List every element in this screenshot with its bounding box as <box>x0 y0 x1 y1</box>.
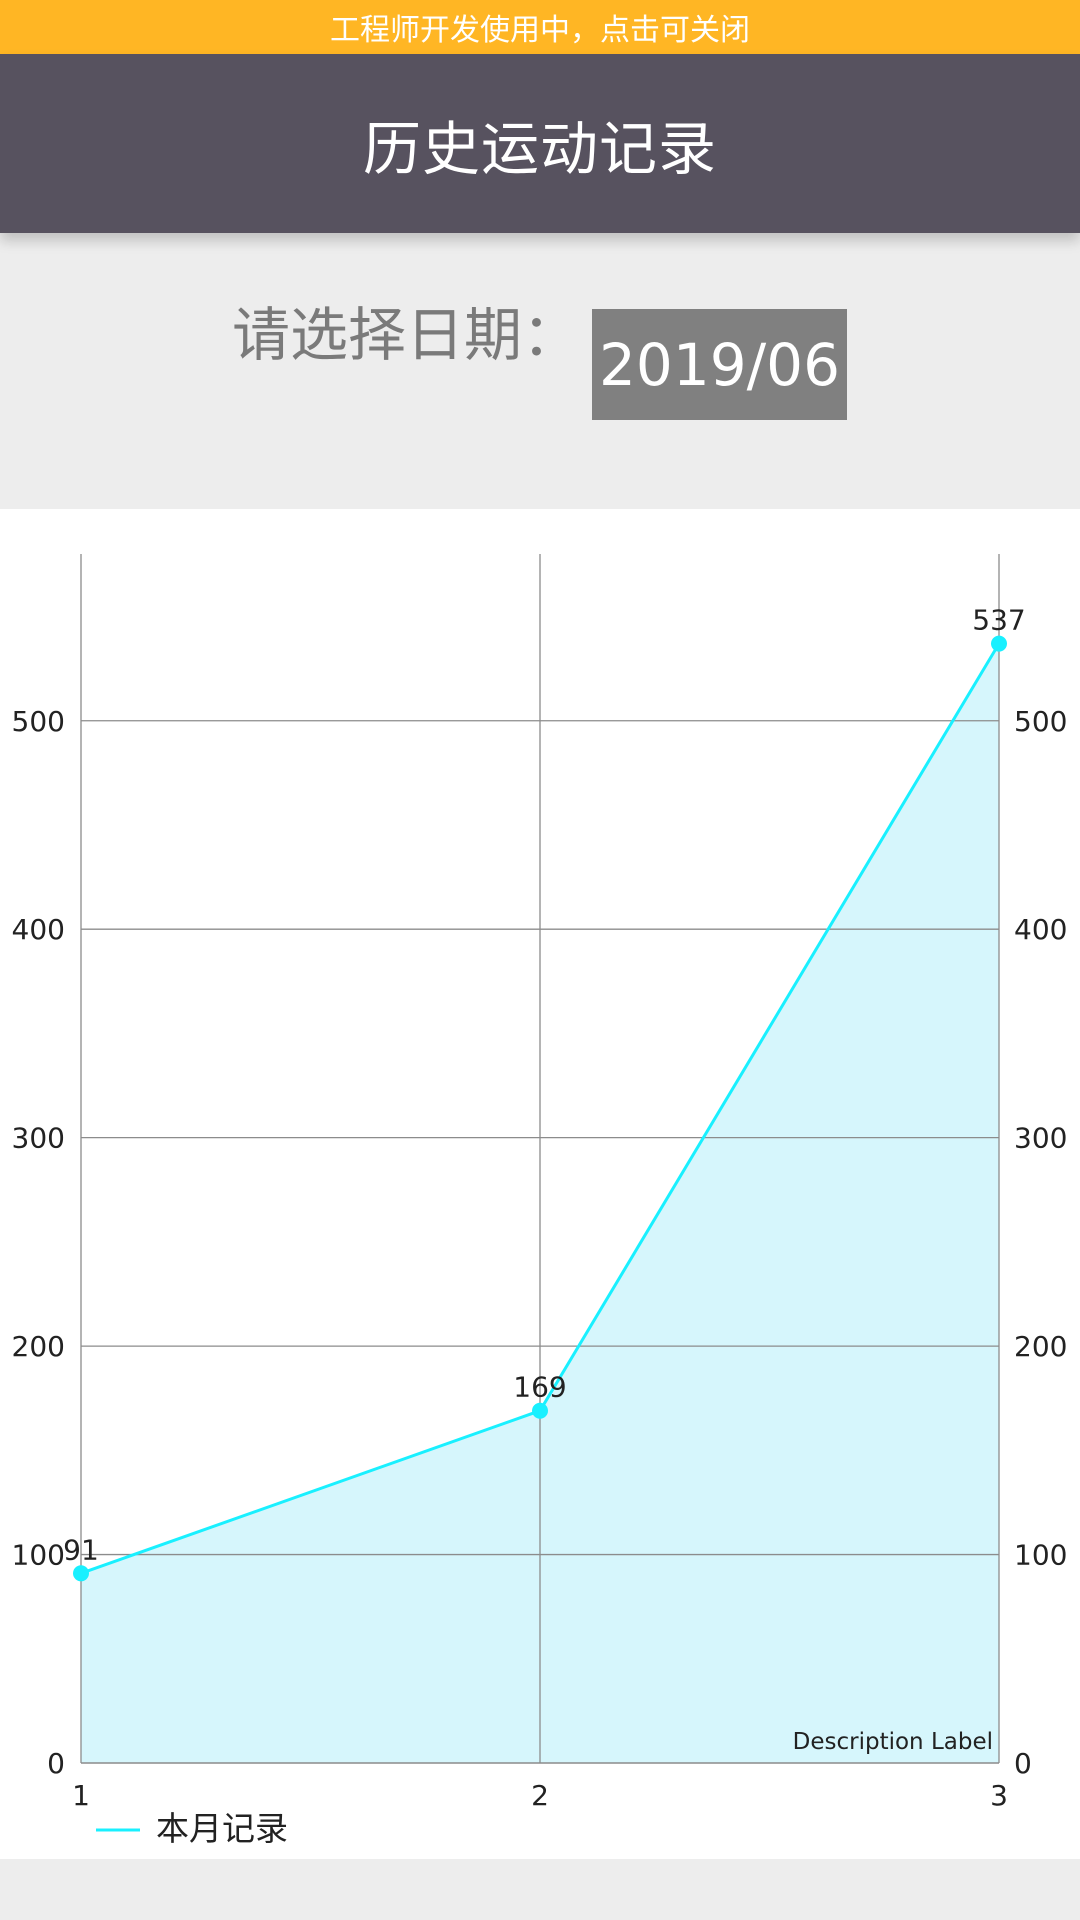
line-chart: 0 0 100 100 200 200 300 300 400 400 500 500 1 2 3 91 169… <box>12 554 1067 1848</box>
y-tick-right-500: 500 <box>1014 705 1067 738</box>
date-label: 请选择日期： <box>232 301 581 369</box>
y-tick-left-400: 400 <box>12 913 65 946</box>
x-tick-1: 1 <box>72 1779 90 1812</box>
y-tick-left-200: 200 <box>12 1330 65 1363</box>
dev-mode-banner[interactable]: 工程师开发使用中，点击可关闭 <box>0 0 1080 54</box>
dev-mode-banner-text: 工程师开发使用中，点击可关闭 <box>330 13 750 48</box>
y-tick-right-300: 300 <box>1014 1122 1067 1155</box>
date-picker-button[interactable]: 2019/06 <box>592 309 847 420</box>
date-value: 2019/06 <box>599 330 840 399</box>
data-point <box>991 635 1007 652</box>
page-title: 历史运动记录 <box>362 114 717 183</box>
y-tick-right-400: 400 <box>1014 913 1067 946</box>
x-tick-2: 2 <box>531 1779 549 1812</box>
y-tick-left-300: 300 <box>12 1122 65 1155</box>
y-tick-left-100: 100 <box>12 1539 65 1572</box>
description-label: Description Label <box>793 1729 993 1755</box>
y-tick-right-200: 200 <box>1014 1330 1067 1363</box>
data-label: 169 <box>513 1371 566 1404</box>
x-tick-3: 3 <box>990 1779 1008 1812</box>
footer-strip <box>0 1859 1080 1920</box>
y-tick-left-0: 0 <box>47 1747 65 1780</box>
data-point <box>532 1402 548 1419</box>
legend-label: 本月记录 <box>156 1809 288 1848</box>
chart-card: 0 0 100 100 200 200 300 300 400 400 500 500 1 2 3 91 169… <box>0 509 1080 1859</box>
y-tick-right-0: 0 <box>1014 1747 1032 1780</box>
app-header: 历史运动记录 <box>0 54 1080 233</box>
data-point <box>73 1565 89 1582</box>
data-label: 537 <box>972 604 1025 637</box>
data-label: 91 <box>63 1533 99 1566</box>
y-tick-left-500: 500 <box>12 705 65 738</box>
y-tick-right-100: 100 <box>1014 1539 1067 1572</box>
